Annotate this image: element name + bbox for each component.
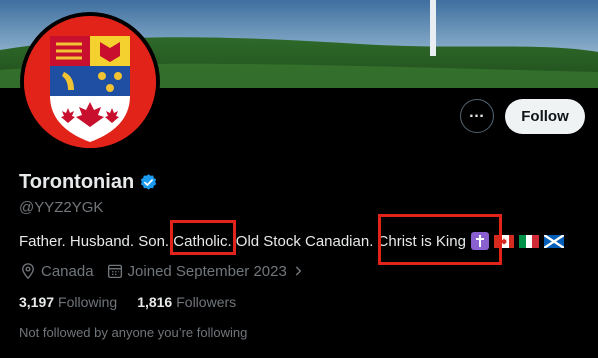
more-horizontal-icon: … — [468, 104, 486, 121]
followers-link[interactable]: 1,816 Followers — [137, 294, 236, 310]
profile-avatar[interactable] — [20, 12, 160, 152]
profile-meta: Canada Joined September 2023 — [19, 262, 321, 280]
italy-flag-emoji — [518, 234, 539, 248]
more-options-button[interactable]: … — [460, 99, 494, 133]
following-label: Following — [58, 294, 118, 310]
calendar-icon — [107, 264, 122, 279]
bio-text-2: Old Stock Canadian. — [231, 232, 378, 250]
follow-button[interactable]: Follow — [505, 99, 585, 134]
followers-count: 1,816 — [137, 294, 173, 310]
joined-item[interactable]: Joined September 2023 — [106, 262, 309, 280]
bio-text-1: Father. Husband. Son. — [19, 232, 174, 250]
highlight-box-christ-is-king — [378, 214, 502, 265]
verified-badge-icon[interactable] — [139, 173, 158, 192]
location-item: Canada — [19, 262, 94, 280]
not-followed-note: Not followed by anyone you’re following — [19, 325, 248, 340]
joined-text: Joined September 2023 — [127, 262, 287, 280]
location-pin-icon — [22, 263, 34, 280]
following-count: 3,197 — [19, 294, 55, 310]
display-name: Torontonian — [19, 171, 135, 193]
following-link[interactable]: 3,197 Following — [19, 294, 117, 310]
canada-coat-of-arms-shield — [24, 16, 156, 148]
profile-stats: 3,197 Following 1,816 Followers — [19, 294, 256, 310]
followers-label: Followers — [176, 294, 237, 310]
location-text: Canada — [41, 262, 94, 280]
highlight-box-catholic — [170, 220, 236, 255]
profile-handle: @YYZ2YGK — [19, 199, 104, 216]
profile-name-row: Torontonian — [19, 171, 158, 194]
chevron-right-icon — [295, 266, 302, 276]
scotland-flag-emoji — [543, 233, 565, 249]
